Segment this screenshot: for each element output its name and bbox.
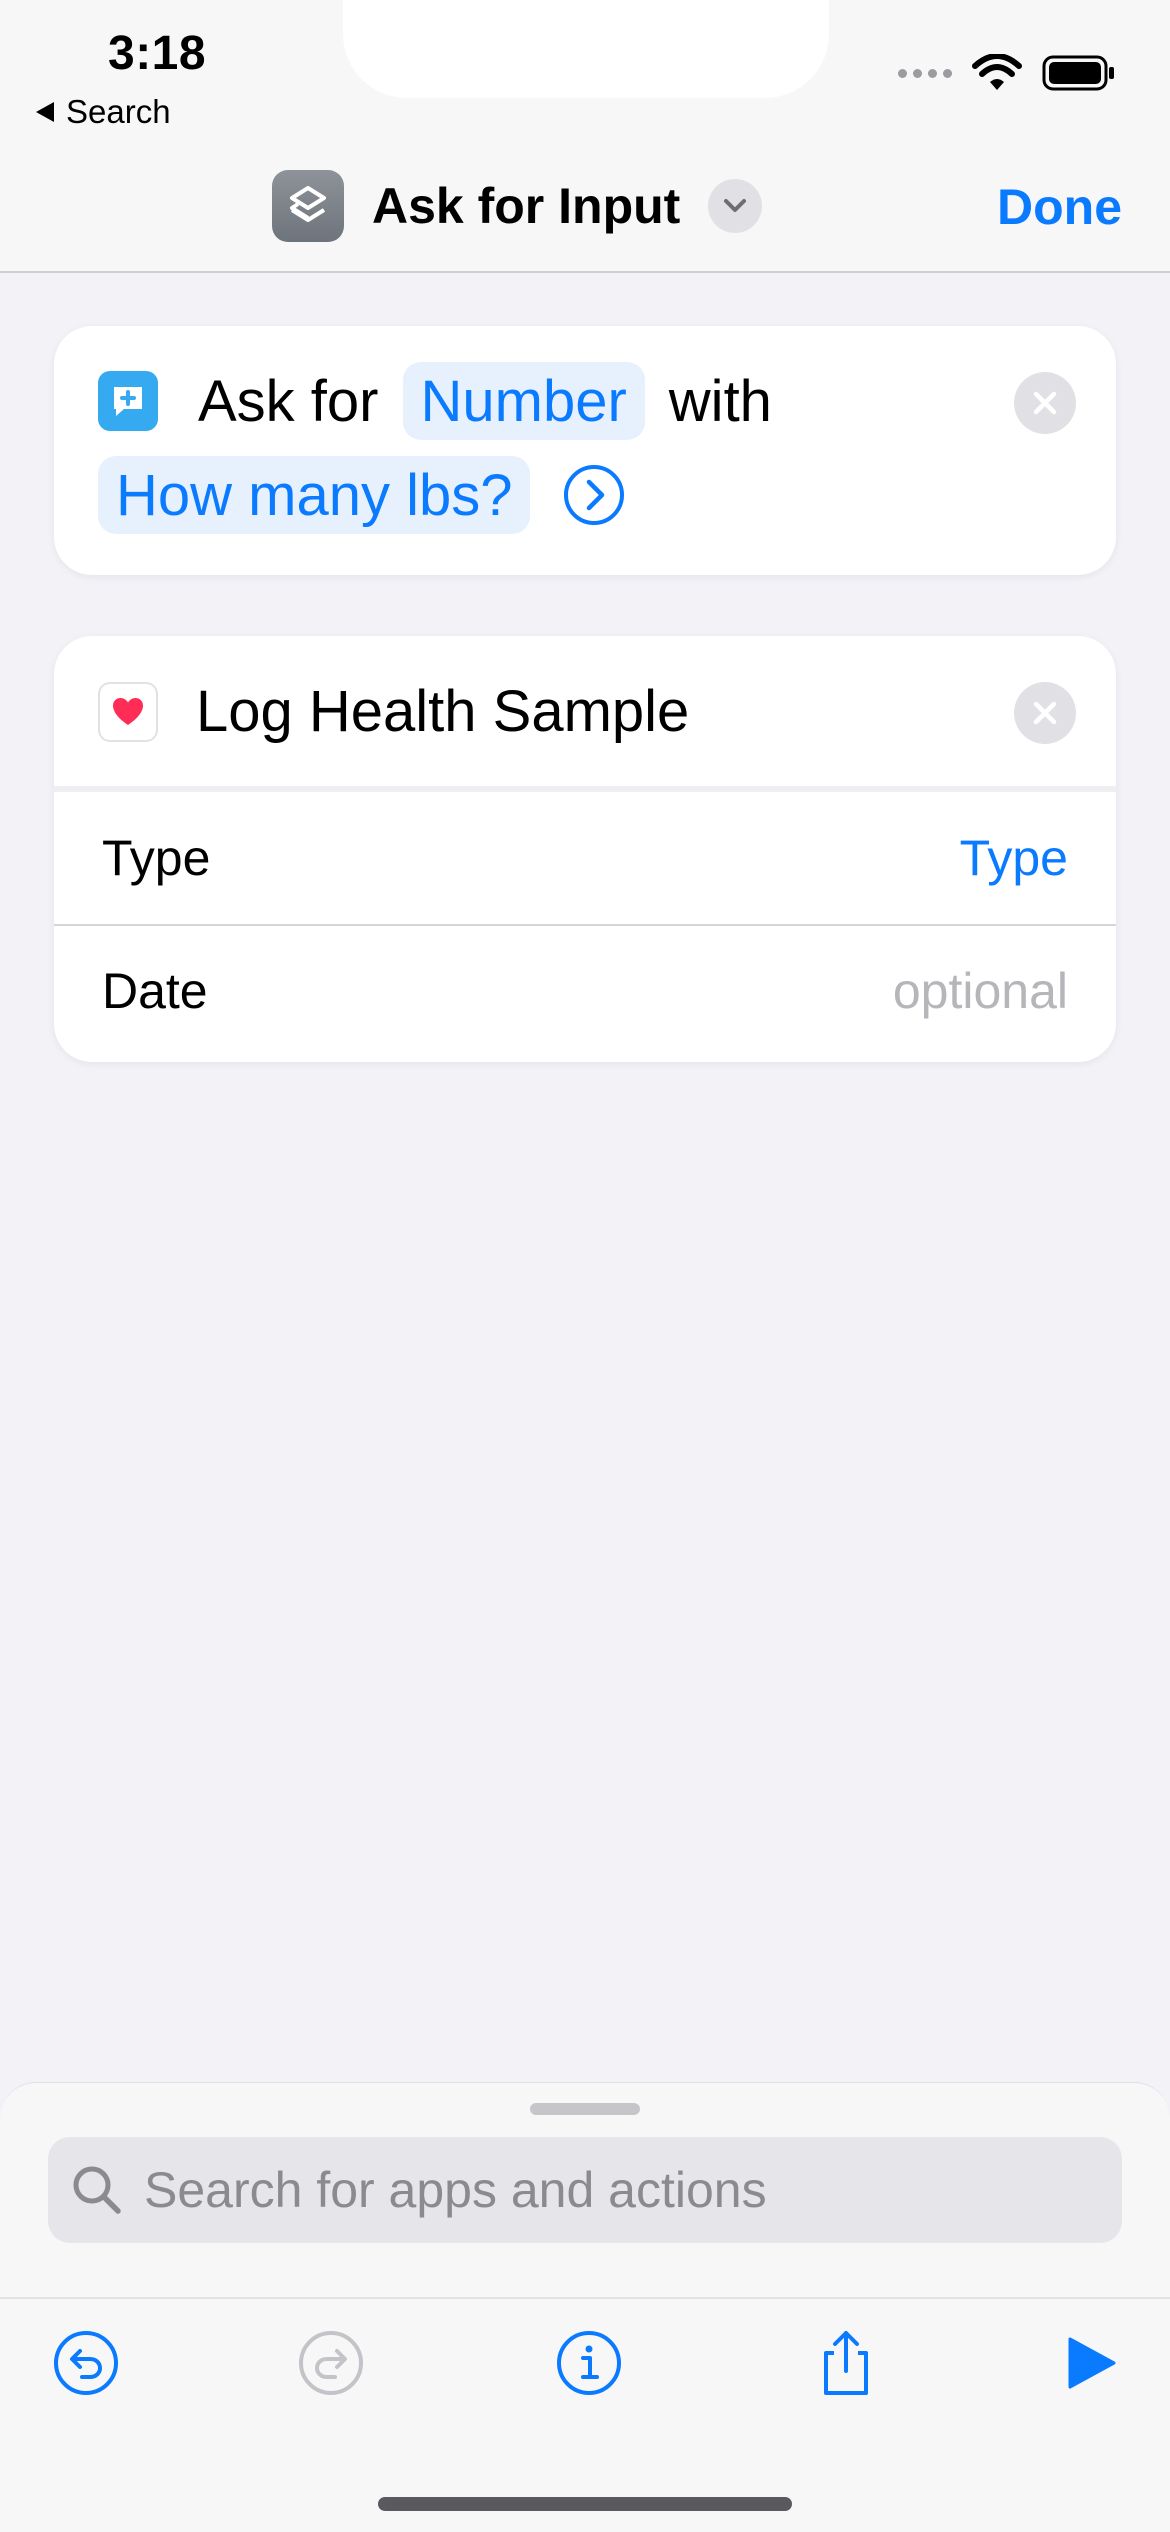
parameter-row-date[interactable]: Date optional <box>54 924 1116 1056</box>
share-button[interactable] <box>810 2327 882 2399</box>
run-button[interactable] <box>1054 2327 1126 2399</box>
search-input[interactable] <box>144 2161 1044 2219</box>
done-button[interactable]: Done <box>997 178 1122 236</box>
back-triangle-icon <box>36 102 54 122</box>
info-icon <box>557 2331 621 2395</box>
page-title: Ask for Input <box>372 178 681 234</box>
parameter-row-type[interactable]: Type Type <box>54 792 1116 924</box>
ask-line-1: Ask for Number with <box>98 362 772 440</box>
battery-icon <box>1042 55 1114 91</box>
prompt-token[interactable]: How many lbs? <box>98 456 531 534</box>
redo-button[interactable] <box>295 2327 367 2399</box>
play-icon <box>1068 2337 1116 2389</box>
status-indicators <box>898 54 1116 92</box>
chevron-right-circle-icon[interactable] <box>562 463 626 527</box>
undo-icon <box>54 2331 118 2395</box>
action-title: Log Health Sample <box>196 679 690 744</box>
chevron-down-icon[interactable] <box>708 179 763 233</box>
ask-for-text: Ask for <box>198 368 379 434</box>
sheet-grabber[interactable] <box>530 2103 640 2115</box>
device-notch <box>343 0 829 98</box>
parameter-label: Type <box>102 830 211 886</box>
search-icon <box>73 2166 121 2214</box>
ask-for-input-action-card[interactable]: Ask for Number with How many lbs? <box>54 326 1116 575</box>
info-button[interactable] <box>553 2327 625 2399</box>
parameter-label: Date <box>102 963 208 1019</box>
search-bar[interactable] <box>48 2137 1122 2243</box>
redo-icon <box>299 2331 363 2395</box>
wifi-icon <box>972 54 1022 90</box>
input-type-token[interactable]: Number <box>402 362 645 440</box>
log-health-sample-action-card[interactable]: Log Health Sample Type Type Date optiona… <box>54 636 1116 1062</box>
editor-toolbar <box>0 2297 1170 2427</box>
status-time: 3:18 <box>108 27 207 80</box>
remove-action-button[interactable] <box>1014 372 1076 434</box>
home-indicator <box>378 2497 792 2511</box>
message-plus-icon <box>98 371 158 431</box>
parameter-placeholder[interactable]: optional <box>893 962 1068 1020</box>
parameter-value[interactable]: Type <box>960 829 1068 887</box>
actions-bottom-sheet <box>0 2082 1170 2532</box>
remove-action-button[interactable] <box>1014 682 1076 744</box>
share-icon <box>824 2331 868 2395</box>
undo-button[interactable] <box>50 2327 122 2399</box>
close-icon <box>1033 391 1057 415</box>
ask-line-2: How many lbs? <box>98 456 626 534</box>
heart-icon <box>98 682 158 742</box>
health-card-header: Log Health Sample <box>54 636 1116 792</box>
with-text: with <box>668 368 772 434</box>
back-label: Search <box>66 93 171 130</box>
shortcut-title-menu[interactable]: Ask for Input <box>272 170 763 242</box>
close-icon <box>1033 701 1057 725</box>
navigation-header: 3:18 Search Ask for Input Done <box>0 0 1170 273</box>
back-to-search-link[interactable]: Search <box>36 92 171 132</box>
cellular-dots-icon <box>898 68 952 78</box>
shortcuts-icon <box>272 170 344 242</box>
